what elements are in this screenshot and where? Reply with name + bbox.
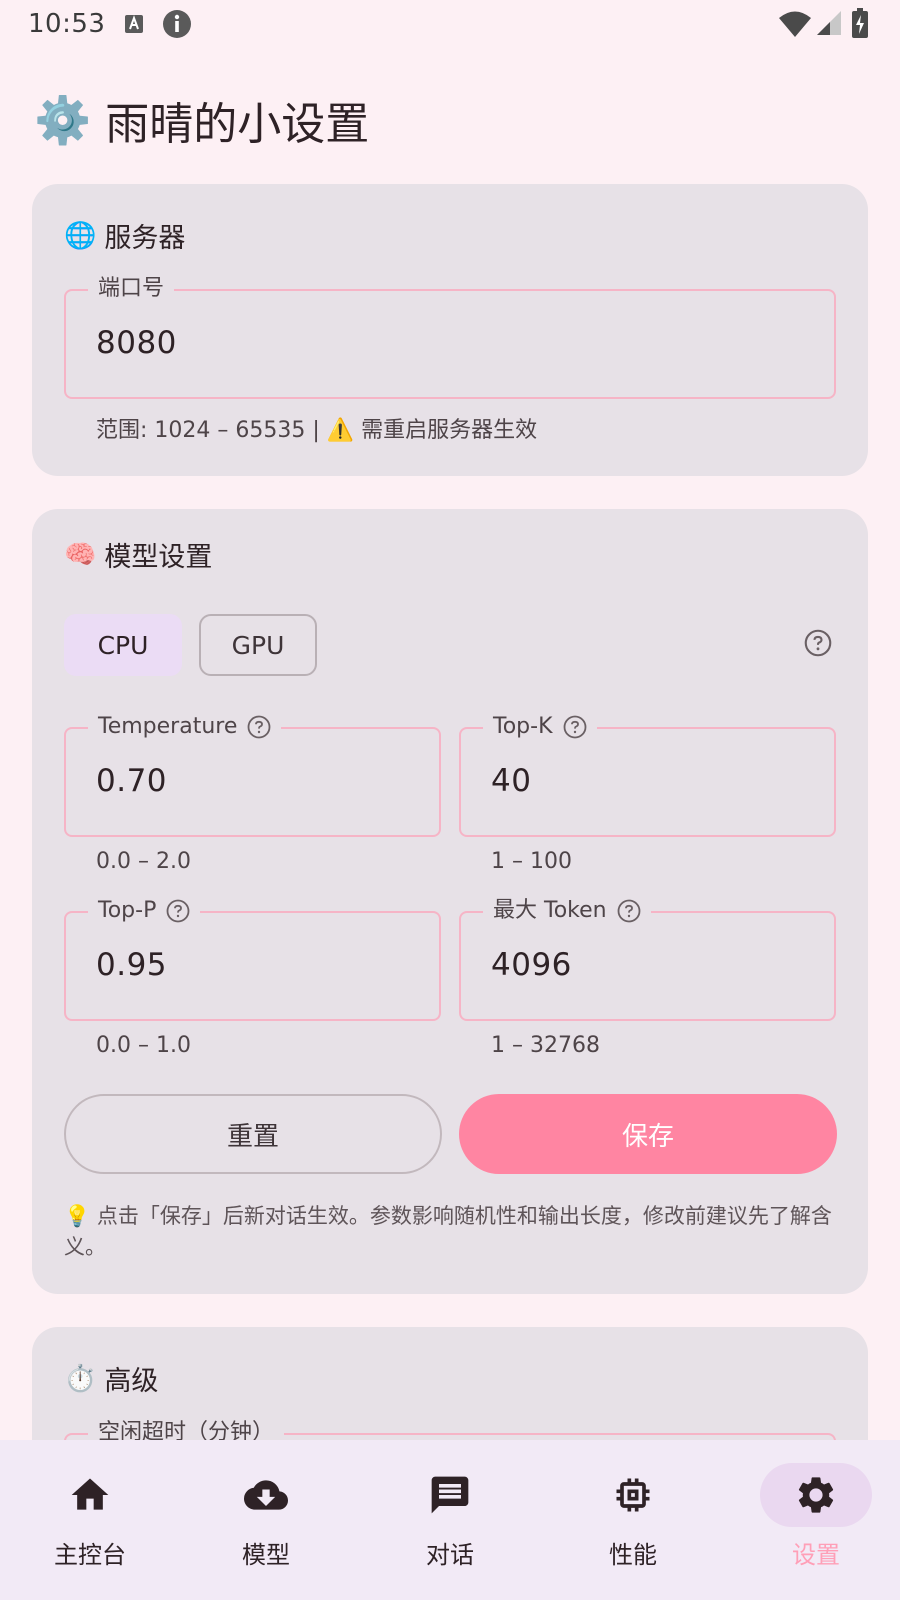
chat-icon [431, 1476, 469, 1514]
nav-item-performance[interactable]: 性能 [543, 1440, 723, 1600]
status-bar: 10:53 [0, 0, 900, 48]
battery-icon [852, 8, 868, 38]
port-field[interactable]: 端口号 8080 [64, 275, 836, 399]
model-settings-card: 🧠 模型设置 CPU GPU Temperature 0.70 0.0 – 2.… [32, 509, 868, 1294]
page-header: ⚙️ 雨晴的小设置 [34, 90, 369, 150]
top-p-label-text: Top-P [98, 898, 157, 923]
wifi-icon [779, 11, 811, 37]
max-token-field[interactable]: 最大 Token 4096 [459, 897, 836, 1021]
port-field-label: 端口号 [88, 275, 175, 303]
nav-icon-container [394, 1463, 506, 1527]
nav-item-settings[interactable]: 设置 [726, 1440, 900, 1600]
port-value[interactable]: 8080 [96, 325, 177, 361]
nav-icon-container [577, 1463, 689, 1527]
save-button[interactable]: 保存 [459, 1094, 837, 1174]
gear-icon: ⚙️ [34, 93, 92, 147]
model-card-title: 🧠 模型设置 [64, 535, 212, 574]
reset-button[interactable]: 重置 [64, 1094, 442, 1174]
max-token-value[interactable]: 4096 [491, 947, 572, 983]
top-k-label: Top-K [483, 713, 597, 741]
bottom-nav: 主控台 模型 对话 性能 设置 [0, 1440, 900, 1600]
nav-item-models[interactable]: 模型 [176, 1440, 356, 1600]
top-p-value[interactable]: 0.95 [96, 947, 167, 983]
settings-screen: 10:53 ⚙️ 雨晴的小设置 🌐 服务器 端口号 8080 范围: 1024 … [0, 0, 900, 1600]
nav-icon-container [760, 1463, 872, 1527]
top-k-label-text: Top-K [493, 714, 553, 739]
max-token-label-text: 最大 Token [493, 898, 607, 923]
nav-icon-container [210, 1463, 322, 1527]
help-icon[interactable] [563, 715, 587, 739]
model-title-text: 模型设置 [104, 542, 213, 573]
advanced-card-title: ⏱️ 高级 [64, 1359, 158, 1398]
nav-label: 主控台 [54, 1541, 126, 1569]
help-icon[interactable] [617, 899, 641, 923]
nav-label: 性能 [609, 1541, 657, 1569]
home-icon [71, 1478, 109, 1510]
advanced-title-text: 高级 [104, 1366, 159, 1397]
top-p-field[interactable]: Top-P 0.95 [64, 897, 441, 1021]
temperature-label: Temperature [88, 713, 282, 741]
info-icon [163, 10, 191, 38]
nav-label: 模型 [242, 1541, 290, 1569]
status-time: 10:53 [28, 9, 106, 39]
mode-chip-cpu[interactable]: CPU [64, 614, 182, 676]
chip-icon [616, 1478, 650, 1512]
server-card: 🌐 服务器 端口号 8080 范围: 1024 – 65535 | ⚠️ 需重启… [32, 184, 868, 476]
nav-label: 设置 [792, 1541, 840, 1569]
server-title-text: 服务器 [104, 223, 186, 254]
max-token-label: 最大 Token [483, 897, 651, 925]
model-tip: 💡 点击「保存」后新对话生效。参数影响随机性和输出长度，修改前建议先了解含义。 [64, 1204, 832, 1259]
cloud-download-icon [244, 1480, 288, 1510]
temperature-label-text: Temperature [98, 714, 238, 739]
stopwatch-icon: ⏱️ [64, 1363, 97, 1394]
top-k-value[interactable]: 40 [491, 763, 531, 799]
top-k-hint: 1 – 100 [491, 849, 572, 874]
help-icon[interactable] [247, 715, 271, 739]
brain-icon: 🧠 [64, 539, 97, 570]
mode-chip-gpu[interactable]: GPU [199, 614, 317, 676]
a-notification-icon [125, 15, 143, 33]
nav-item-chat[interactable]: 对话 [360, 1440, 540, 1600]
gear-icon [798, 1477, 834, 1513]
top-p-hint: 0.0 – 1.0 [96, 1033, 191, 1058]
page-title: 雨晴的小设置 [105, 99, 370, 150]
signal-icon [817, 11, 841, 35]
help-icon[interactable] [804, 629, 832, 657]
server-card-title: 🌐 服务器 [64, 216, 185, 255]
nav-icon-container [34, 1463, 146, 1527]
nav-label: 对话 [426, 1541, 474, 1569]
temperature-hint: 0.0 – 2.0 [96, 849, 191, 874]
nav-item-dashboard[interactable]: 主控台 [0, 1440, 180, 1600]
port-hint: 范围: 1024 – 65535 | ⚠️ 需重启服务器生效 [96, 418, 538, 443]
max-token-hint: 1 – 32768 [491, 1033, 600, 1058]
temperature-value[interactable]: 0.70 [96, 763, 167, 799]
help-icon[interactable] [166, 899, 190, 923]
top-k-field[interactable]: Top-K 40 [459, 713, 836, 837]
globe-icon: 🌐 [64, 220, 97, 251]
temperature-field[interactable]: Temperature 0.70 [64, 713, 441, 837]
top-p-label: Top-P [88, 897, 201, 925]
